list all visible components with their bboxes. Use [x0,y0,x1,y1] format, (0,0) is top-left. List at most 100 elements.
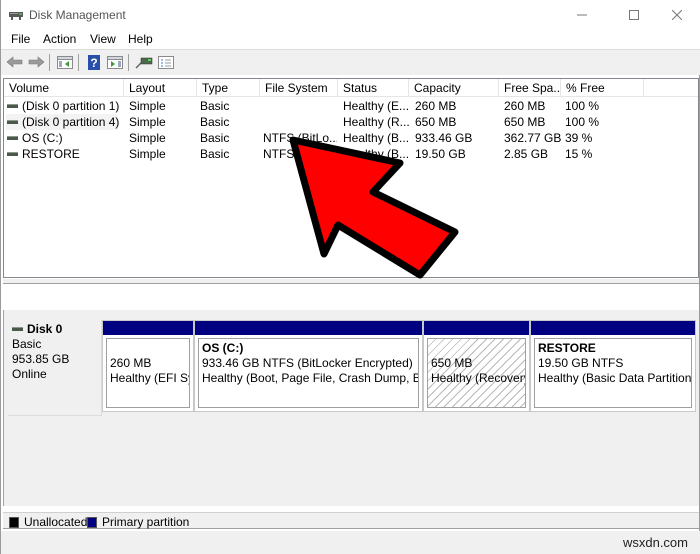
menu-file[interactable]: File [11,32,30,46]
status-cell: Healthy (E... [343,99,410,113]
table-row[interactable]: (Disk 0 partition 1) Simple Basic Health… [4,98,698,114]
show-hide-console-tree-icon [57,55,73,69]
layout-cell: Simple [129,115,166,129]
column-header-empty[interactable] [644,79,698,97]
partition-name: OS (C:) [202,341,244,355]
show-hide-console-tree-button[interactable] [56,54,74,70]
maximize-icon [629,10,639,20]
forward-icon [28,56,45,68]
column-header-layout[interactable]: Layout [124,79,197,97]
disk-name: Disk 0 [27,322,63,336]
watermark: wsxdn.com [622,535,688,550]
file-system-cell: NTFS (BitLo... [263,131,337,145]
column-header-type[interactable]: Type [197,79,260,97]
show-hide-action-pane-icon [107,55,123,69]
capacity-cell: 260 MB [415,99,457,113]
volume-cell: OS (C:) [7,130,123,146]
drive-icon [7,151,18,156]
toolbar-separator [49,54,50,71]
layout-cell: Simple [129,99,166,113]
free-space-cell: 260 MB [504,99,546,113]
disk-map-pane: Disk 0 Basic 953.85 GB Online 260 MB Hea… [3,310,699,506]
toolbar-separator [78,54,79,71]
partition-efi[interactable]: 260 MB Healthy (EFI Sys [102,320,194,412]
legend-label: Unallocated [24,515,88,529]
unallocated-swatch [9,516,19,528]
menu-view[interactable]: View [90,32,116,46]
column-header-percent-free[interactable]: % Free [561,79,644,97]
drive-icon [7,119,18,124]
help-button[interactable]: ? [85,54,103,70]
partition-size: 650 MB [431,356,473,370]
properties-button[interactable] [157,54,175,70]
percent-free-cell: 100 % [565,115,600,129]
type-cell: Basic [200,147,230,161]
table-row[interactable]: OS (C:) Simple Basic NTFS (BitLo... Heal… [4,130,698,146]
menu-bar: File Action View Help [1,30,700,49]
capacity-cell: 933.46 GB [415,131,473,145]
volume-cell: (Disk 0 partition 1) [7,98,123,114]
legend-unallocated: Unallocated [9,515,87,529]
partition-os-c[interactable]: OS (C:) 933.46 GB NTFS (BitLocker Encryp… [194,320,423,412]
window-title: Disk Management [29,8,126,22]
back-button[interactable] [6,54,24,70]
legend-label: Primary partition [102,515,190,529]
free-space-cell: 2.85 GB [504,147,549,161]
partition-recovery[interactable]: 650 MB Healthy (Recovery [423,320,530,412]
volume-name: (Disk 0 partition 4) [22,115,120,129]
volume-cell: RESTORE [7,146,123,162]
partition-restore[interactable]: RESTORE 19.50 GB NTFS Healthy (Basic Dat… [530,320,696,412]
connect-icon [135,57,153,69]
legend-bar: Unallocated Primary partition [3,512,699,529]
legend-primary-partition: Primary partition [87,515,189,529]
menu-action[interactable]: Action [43,32,76,46]
column-header-free-space[interactable]: Free Spa... [499,79,561,97]
volume-name: RESTORE [22,147,80,161]
menu-help[interactable]: Help [128,32,153,46]
partition-name: RESTORE [538,341,596,355]
partition-size: 933.46 GB NTFS (BitLocker Encrypted) [202,356,413,370]
free-space-cell: 362.77 GB [504,131,562,145]
pane-splitter[interactable] [3,279,699,284]
close-button[interactable] [654,0,700,30]
primary-partition-swatch [87,516,97,528]
partition-name [110,341,186,356]
drive-icon [7,135,18,140]
table-row[interactable]: RESTORE Simple Basic NTFS Healthy (B... … [4,146,698,162]
minimize-icon [577,14,587,16]
partition-status: Healthy (Basic Data Partition) [538,371,692,385]
column-header-file-system[interactable]: File System [260,79,338,97]
percent-free-cell: 39 % [565,131,593,145]
partition-size: 19.50 GB NTFS [538,356,624,370]
partition-name [431,341,522,356]
percent-free-cell: 15 % [565,147,593,161]
partition-size: 260 MB [110,356,152,370]
partition-type-bar [424,321,529,335]
disk-0-label[interactable]: Disk 0 Basic 953.85 GB Online [8,320,102,416]
minimize-button[interactable] [559,0,605,30]
partition-body-selected: 650 MB Healthy (Recovery [427,338,526,408]
type-cell: Basic [200,115,230,129]
forward-button[interactable] [27,54,45,70]
disk-state: Online [12,367,47,381]
partition-body: RESTORE 19.50 GB NTFS Healthy (Basic Dat… [534,338,692,408]
column-header-status[interactable]: Status [338,79,409,97]
column-header-volume[interactable]: Volume [4,79,124,97]
connect-button[interactable] [135,54,153,70]
toolbar: ? [1,49,700,75]
disk-size: 953.85 GB [12,352,70,366]
partition-type-bar [103,321,193,335]
file-system-cell [263,98,337,114]
capacity-cell: 650 MB [415,115,457,129]
column-header-capacity[interactable]: Capacity [409,79,499,97]
status-bar: wsxdn.com [1,531,700,554]
status-cell: Healthy (B... [343,131,410,145]
svg-text:?: ? [90,56,97,70]
partition-type-bar [195,321,422,335]
partition-row: 260 MB Healthy (EFI Sys OS (C:) 933.46 G… [102,320,698,416]
table-row[interactable]: (Disk 0 partition 4) Simple Basic Health… [4,114,698,130]
maximize-button[interactable] [611,0,657,30]
file-system-cell: NTFS [263,147,295,161]
show-hide-action-pane-button[interactable] [106,54,124,70]
drive-icon [12,326,23,331]
